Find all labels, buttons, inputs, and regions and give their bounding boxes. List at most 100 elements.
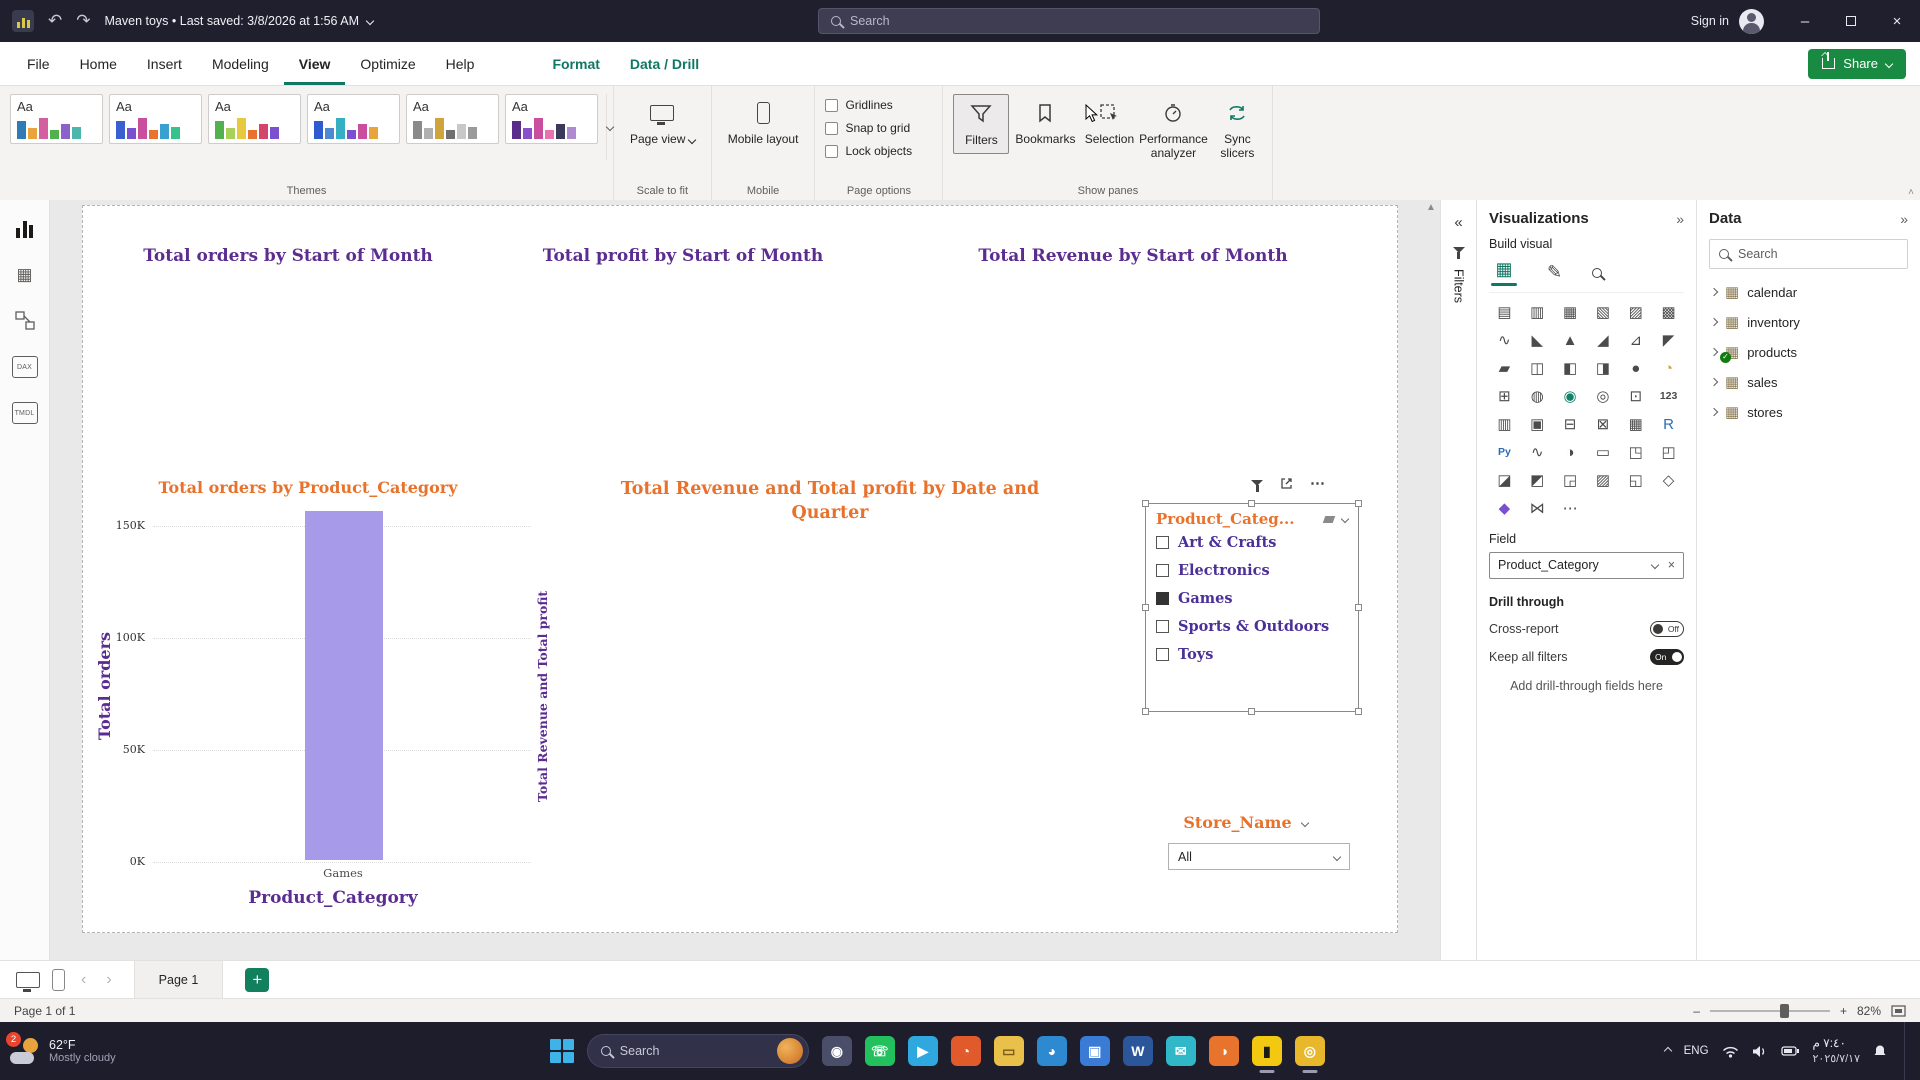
theme-card[interactable]: Aa [208,94,301,144]
focus-mode-icon[interactable] [1280,477,1293,490]
slicer-item[interactable]: Toys [1156,640,1348,668]
calendar[interactable]: ▦✓ calendar [1709,277,1908,307]
edge[interactable]: ◕ [1037,1036,1067,1066]
chevron-down-icon[interactable] [1300,818,1308,826]
close-button[interactable]: × [1874,0,1920,42]
menu-item[interactable]: Data / Drill [615,42,714,85]
azure-map-icon[interactable]: ◉ [1557,385,1584,408]
filters-button[interactable]: Filters [953,94,1009,154]
tab-analytics[interactable] [1592,262,1602,283]
menu-item[interactable]: Modeling [197,42,284,85]
menu-item[interactable]: Insert [132,42,197,85]
tab-build-visual[interactable]: ▦ [1491,259,1517,286]
theme-card[interactable]: Aa [307,94,400,144]
expand-chevron-icon[interactable] [1710,288,1718,296]
field-well-pill[interactable]: Product_Category × [1489,552,1684,579]
firefox-browser[interactable]: ◑ [1209,1036,1239,1066]
custom-visual-icon[interactable]: ◇ [1655,469,1682,492]
inventory[interactable]: ▦✓ inventory [1709,307,1908,337]
word[interactable]: W [1123,1036,1153,1066]
slicer-item[interactable]: Games [1156,584,1348,612]
canvas-scrollbar[interactable]: ▲ [1424,200,1438,960]
menu-item[interactable]: View [284,42,346,85]
file-explorer[interactable]: ▭ [994,1036,1024,1066]
share-button[interactable]: Share [1808,49,1906,79]
100-stacked-bar-chart-icon[interactable]: ▨ [1622,301,1649,324]
cross-report-toggle[interactable]: Off [1650,621,1684,637]
collapse-pane-icon[interactable]: » [1676,211,1684,227]
remove-field-icon[interactable]: × [1668,558,1675,572]
avatar[interactable] [1739,9,1764,34]
r-script-visual-icon[interactable]: R [1655,413,1682,436]
selection-button[interactable]: Selection [1081,94,1137,152]
line-and-clustered-column-icon[interactable]: ⊿ [1622,329,1649,352]
key-influencers-icon[interactable]: ∿ [1524,441,1551,464]
wifi-icon[interactable] [1722,1045,1739,1058]
expand-filters-icon[interactable]: « [1454,214,1462,231]
desktop-view-icon[interactable] [16,972,40,988]
filled-map-icon[interactable]: ◍ [1524,385,1551,408]
report-visual-icon[interactable]: ◱ [1622,469,1649,492]
slicer-item[interactable]: Sports & Outdoors [1156,612,1348,640]
slicer-icon[interactable]: ⊟ [1557,413,1584,436]
paginated-report-icon[interactable]: ◪ [1491,469,1518,492]
menu-item[interactable]: File [12,42,65,85]
table-view-button[interactable]: ▦ [12,262,38,288]
pie-chart-icon[interactable]: ◨ [1589,357,1616,380]
notifications-icon[interactable] [1873,1044,1887,1058]
ribbon-checkbox[interactable]: Gridlines [825,98,912,112]
start-button[interactable] [550,1039,574,1063]
donut-chart-icon[interactable]: ● [1622,357,1649,380]
power-apps-icon[interactable]: ◲ [1557,469,1584,492]
sales[interactable]: ▦✓ sales [1709,367,1908,397]
area-chart-icon[interactable]: ◣ [1524,329,1551,352]
minimize-button[interactable]: – [1782,0,1828,42]
smart-narrative-icon[interactable]: ◳ [1622,441,1649,464]
kpi-icon[interactable]: ▣ [1524,413,1551,436]
qa-visual-icon[interactable]: ▭ [1589,441,1616,464]
sign-in-link[interactable]: Sign in [1691,14,1729,28]
python-visual-icon[interactable]: Py [1491,441,1518,464]
theme-card[interactable]: Aa [505,94,598,144]
metrics-icon[interactable]: ◰ [1655,441,1682,464]
collapse-ribbon-icon[interactable]: ˄ [1908,187,1914,198]
clock[interactable]: ٧:٤٠ م ٢٠٢٥/٧/١٧ [1813,1036,1860,1066]
more-options-icon[interactable]: ⋯ [1310,474,1326,492]
themes-expand-button[interactable] [606,94,613,160]
custom-visual-2-icon[interactable]: ◆ [1491,497,1518,520]
undo-icon[interactable]: ↶ [48,11,62,31]
battery-icon[interactable] [1781,1046,1800,1056]
power-bi[interactable]: ▮ [1252,1036,1282,1066]
products[interactable]: ▦✓ products [1709,337,1908,367]
resize-handle[interactable] [1248,500,1255,507]
tab-format-visual[interactable]: ✎ [1547,262,1562,283]
page-tab[interactable]: Page 1 [134,961,224,999]
arcgis-map-icon[interactable]: ◩ [1524,469,1551,492]
new-page-button[interactable]: + [245,968,269,992]
theme-card[interactable]: Aa [406,94,499,144]
telegram[interactable]: ▶ [908,1036,938,1066]
line-chart-icon[interactable]: ∿ [1491,329,1518,352]
slicer-item[interactable]: Electronics [1156,556,1348,584]
show-desktop-strip[interactable] [1904,1022,1908,1080]
scatter-chart-icon[interactable]: ◧ [1557,357,1584,380]
language-indicator[interactable]: ENG [1684,1045,1709,1057]
chrome[interactable]: ◎ [1295,1036,1325,1066]
custom-visual-3-icon[interactable]: ⋈ [1524,497,1551,520]
resize-handle[interactable] [1142,604,1149,611]
bookmarks-button[interactable]: Bookmarks [1017,94,1073,152]
expand-chevron-icon[interactable] [1710,348,1718,356]
ribbon-checkbox[interactable]: Snap to grid [825,121,912,135]
mobile-layout-button[interactable]: Mobile layout [722,94,805,152]
product-category-slicer[interactable]: Product_Categ... Art & Crafts [1145,503,1359,712]
card-icon[interactable]: 123 [1655,385,1682,408]
photos-app[interactable]: ◉ [822,1036,852,1066]
sync-slicers-button[interactable]: Sync slicers [1209,94,1265,167]
ribbon-checkbox[interactable]: Lock objects [825,144,912,158]
expand-chevron-icon[interactable] [1710,378,1718,386]
tray-overflow-icon[interactable] [1663,1047,1671,1055]
report-canvas[interactable]: Total orders by Start of Month Total pro… [82,205,1398,933]
zoom-out-button[interactable]: – [1693,1004,1700,1018]
filter-icon[interactable] [1251,480,1263,486]
model-view-button[interactable] [12,308,38,334]
